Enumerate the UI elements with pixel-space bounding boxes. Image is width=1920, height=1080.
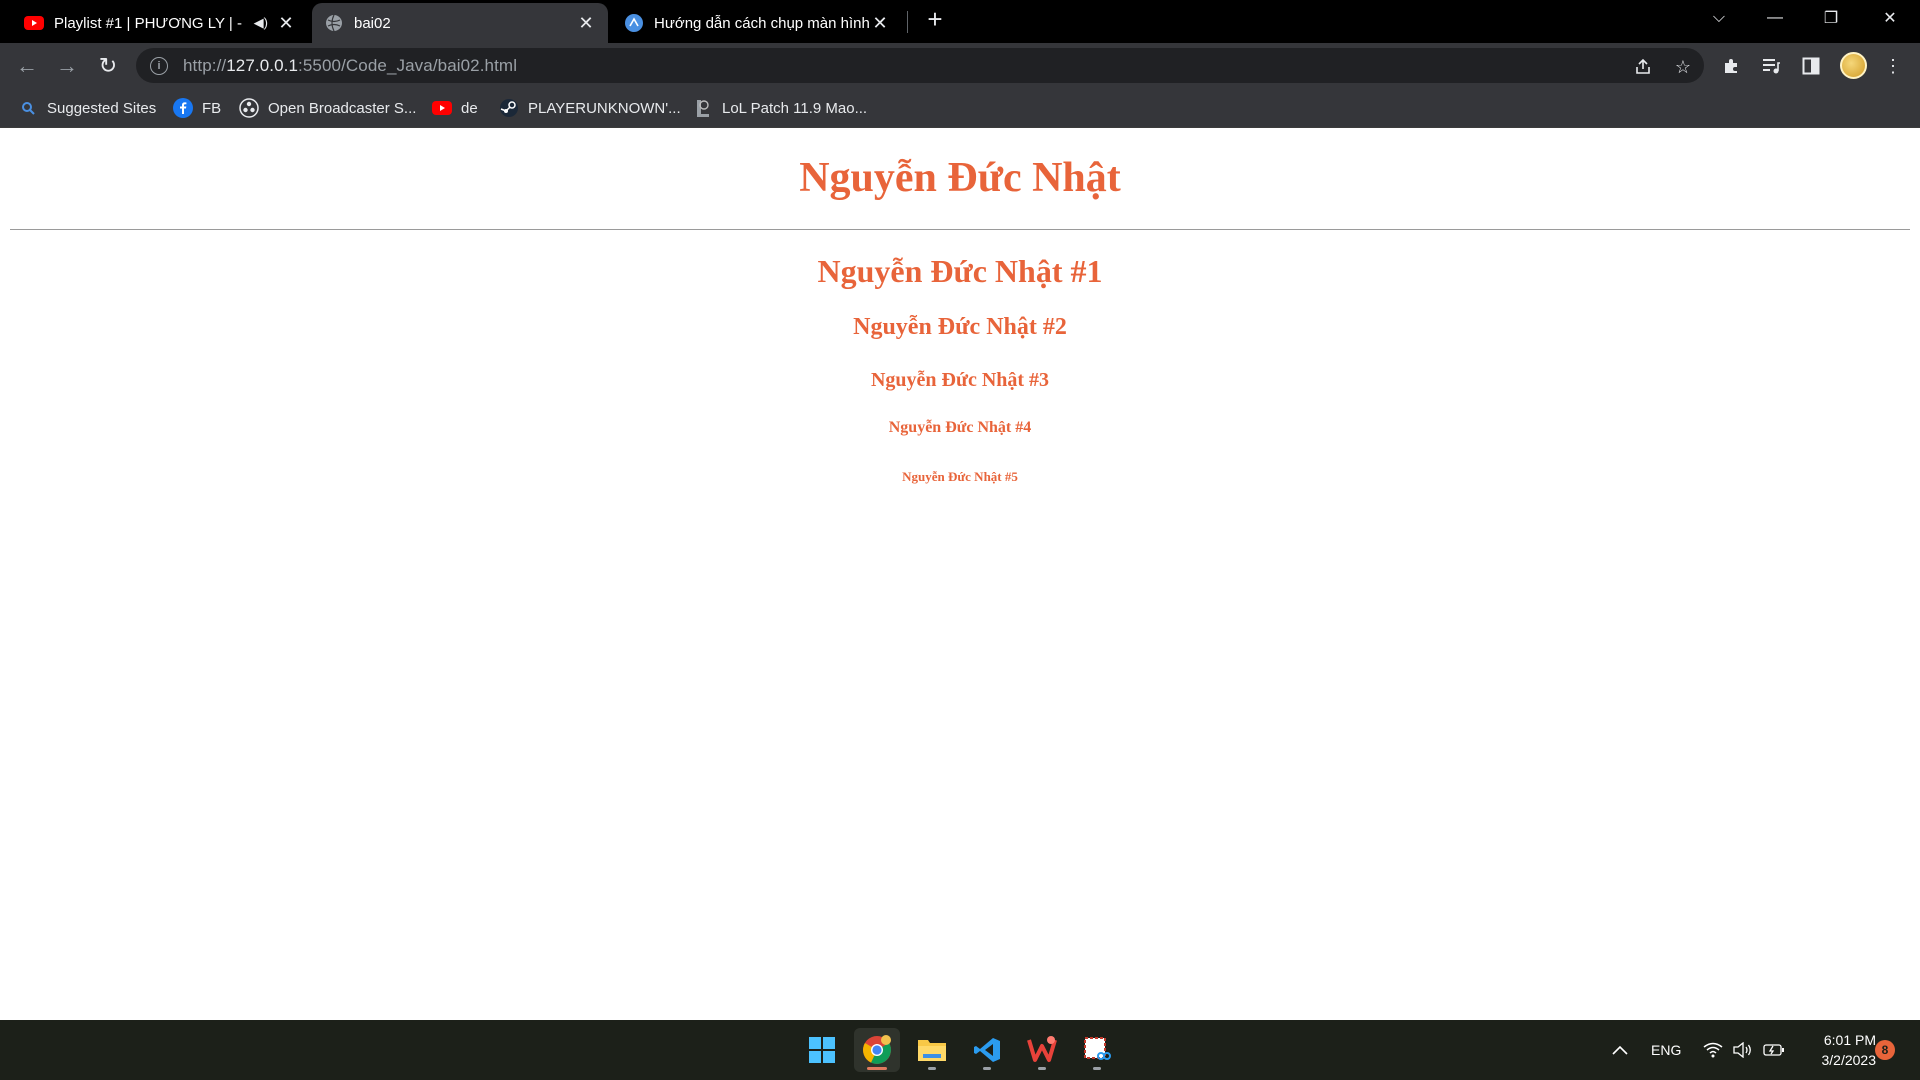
search-icon xyxy=(18,98,38,118)
divider xyxy=(10,229,1910,230)
tab-title: bai02 xyxy=(354,14,391,32)
site-info-icon[interactable]: i xyxy=(150,56,168,75)
bookmarks-bar: Suggested Sites FB Open Broadcaster S...… xyxy=(0,88,1920,128)
chrome-icon[interactable] xyxy=(854,1028,900,1072)
media-queue-icon[interactable] xyxy=(1758,53,1784,79)
steam-icon xyxy=(499,98,519,118)
back-button[interactable]: ← xyxy=(10,49,44,83)
bookmark-obs[interactable]: Open Broadcaster S... xyxy=(239,96,416,120)
heading-1: Nguyễn Đức Nhật #1 xyxy=(817,253,1103,289)
file-explorer-icon[interactable] xyxy=(909,1028,955,1072)
vscode-icon[interactable] xyxy=(964,1028,1010,1072)
side-panel-icon[interactable] xyxy=(1798,53,1824,79)
bookmark-pubg[interactable]: PLAYERUNKNOWN'... xyxy=(499,96,681,120)
bookmark-label: Open Broadcaster S... xyxy=(268,99,417,117)
taskbar: ENG 6:01 PM 3/2/2023 xyxy=(0,1020,1920,1080)
battery-icon[interactable] xyxy=(1763,1020,1785,1080)
lol-icon xyxy=(693,98,713,118)
forward-button[interactable]: → xyxy=(50,49,84,83)
speaker-icon[interactable]: ◀) xyxy=(254,15,268,31)
heading-5: Nguyễn Đức Nhật #5 xyxy=(902,469,1018,484)
url-text[interactable]: http://127.0.0.1:5500/Code_Java/bai02.ht… xyxy=(183,56,517,76)
tab-title: Hướng dẫn cách chụp màn hình xyxy=(654,14,870,32)
chevron-up-icon[interactable] xyxy=(1612,1020,1628,1080)
youtube-icon xyxy=(432,98,452,118)
heading-4: Nguyễn Đức Nhật #4 xyxy=(888,419,1032,436)
restore-button[interactable]: ❐ xyxy=(1803,0,1859,36)
bookmark-label: PLAYERUNKNOWN'... xyxy=(528,99,681,117)
bookmark-label: de xyxy=(461,99,478,117)
close-tab-icon[interactable]: ✕ xyxy=(276,13,296,33)
close-tab-icon[interactable]: ✕ xyxy=(870,13,890,33)
clock[interactable]: 6:01 PM 3/2/2023 xyxy=(1800,1030,1877,1070)
active-indicator xyxy=(867,1067,887,1070)
clock-date: 3/2/2023 xyxy=(1821,1052,1877,1068)
obs-icon xyxy=(239,98,259,118)
bookmark-suggested-sites[interactable]: Suggested Sites xyxy=(18,96,156,120)
address-bar[interactable]: i http://127.0.0.1:5500/Code_Java/bai02.… xyxy=(136,48,1704,83)
bookmark-lol-patch[interactable]: LoL Patch 11.9 Mao... xyxy=(693,96,867,120)
tab-youtube-playlist[interactable]: Playlist #1 | PHƯƠNG LY | - YouTube ◀) ✕ xyxy=(12,3,308,43)
browser-toolbar: ← → ↻ i http://127.0.0.1:5500/Code_Java/… xyxy=(0,43,1920,88)
bookmark-label: FB xyxy=(202,99,222,117)
minimize-button[interactable]: — xyxy=(1747,0,1803,36)
volume-icon[interactable] xyxy=(1733,1020,1753,1080)
windows-start-icon[interactable] xyxy=(799,1028,845,1072)
facebook-icon xyxy=(173,98,193,118)
puzzle-icon[interactable] xyxy=(1718,53,1744,79)
running-indicator xyxy=(1093,1067,1101,1070)
wifi-icon[interactable] xyxy=(1703,1020,1723,1080)
globe-icon xyxy=(324,13,344,33)
running-indicator xyxy=(1038,1067,1046,1070)
close-window-button[interactable]: ✕ xyxy=(1862,0,1918,36)
reload-button[interactable]: ↻ xyxy=(91,49,125,83)
site-icon xyxy=(624,13,644,33)
tab-bai02[interactable]: bai02 ✕ xyxy=(312,3,608,43)
bookmark-de[interactable]: de xyxy=(432,96,478,120)
page-title: Nguyễn Đức Nhật xyxy=(799,155,1121,201)
close-tab-icon[interactable]: ✕ xyxy=(576,13,596,33)
heading-3: Nguyễn Đức Nhật #3 xyxy=(870,369,1050,391)
bookmark-label: LoL Patch 11.9 Mao... xyxy=(722,99,868,117)
new-tab-button[interactable]: + xyxy=(922,6,948,33)
notification-badge[interactable]: 8 xyxy=(1875,1040,1895,1060)
running-indicator xyxy=(928,1067,936,1070)
heading-2: Nguyễn Đức Nhật #2 xyxy=(853,314,1067,340)
page-content: Nguyễn Đức Nhật Nguyễn Đức Nhật #1 Nguyễ… xyxy=(0,128,1920,1020)
running-indicator xyxy=(983,1067,991,1070)
bookmark-fb[interactable]: FB xyxy=(173,96,221,120)
youtube-icon xyxy=(24,13,44,33)
star-icon[interactable]: ☆ xyxy=(1672,56,1694,78)
tab-screenshot-guide[interactable]: Hướng dẫn cách chụp màn hình ✕ xyxy=(612,3,902,43)
kebab-menu-icon[interactable]: ⋮ xyxy=(1880,53,1906,79)
profile-avatar[interactable] xyxy=(1840,52,1867,79)
tab-separator xyxy=(907,11,908,33)
tab-title: Playlist #1 | PHƯƠNG LY | - YouTube xyxy=(54,14,246,32)
tab-search-button[interactable]: ⌵ xyxy=(1691,0,1747,36)
tab-strip: Playlist #1 | PHƯƠNG LY | - YouTube ◀) ✕… xyxy=(0,0,1920,43)
language-indicator[interactable]: ENG xyxy=(1651,1020,1681,1080)
clock-time: 6:01 PM xyxy=(1823,1032,1876,1048)
snipping-tool-icon[interactable] xyxy=(1074,1028,1120,1072)
wps-office-icon[interactable] xyxy=(1019,1028,1065,1072)
share-icon[interactable] xyxy=(1632,56,1654,78)
bookmark-label: Suggested Sites xyxy=(47,99,157,117)
